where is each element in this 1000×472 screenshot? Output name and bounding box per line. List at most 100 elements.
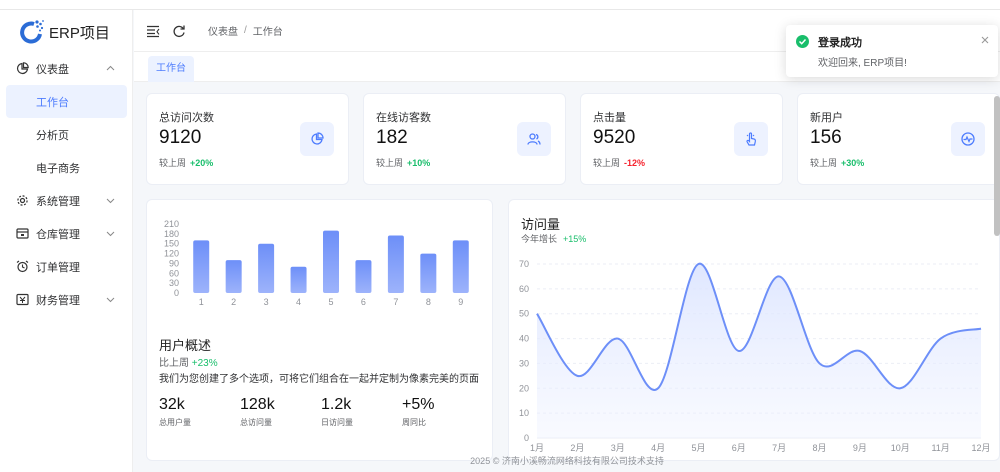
x-tick-label: 11月 [931, 443, 949, 453]
y-tick-label: 70 [519, 259, 529, 269]
sidebar-subitem-workbench[interactable]: 工作台 [6, 85, 127, 118]
sidebar-item-dashboard[interactable]: 仪表盘 [0, 52, 133, 85]
sidebar-item-label: 仪表盘 [36, 63, 69, 76]
sidebar-item-finance[interactable]: 财务管理 [0, 283, 133, 316]
x-tick-label: 6 [361, 297, 366, 307]
x-tick-label: 3月 [611, 443, 625, 453]
kpi-label: 总用户量 [159, 418, 191, 427]
stat-cmp-label: 较上周 [376, 158, 404, 168]
menu-fold-icon[interactable] [146, 24, 160, 38]
x-tick-label: 7 [393, 297, 398, 307]
sidebar: ERP项目 仪表盘 工作台 分析页 电子商务 系统管理 仓库管理 订单管理 财务… [0, 0, 133, 472]
x-tick-label: 4 [296, 297, 301, 307]
chevron-down-icon [106, 297, 115, 303]
sidebar-item-label: 工作台 [36, 96, 69, 109]
stat-icon-box [300, 122, 334, 156]
alarm-clock-icon [16, 260, 29, 273]
kpi-daily-visits: 1.2k 日访问量 [321, 396, 353, 428]
sidebar-item-orders[interactable]: 订单管理 [0, 250, 133, 283]
sidebar-menu: 仪表盘 工作台 分析页 电子商务 系统管理 仓库管理 订单管理 财务管理 [0, 52, 133, 316]
overview-title: 用户概述 [159, 338, 212, 353]
x-tick-label: 5 [328, 297, 333, 307]
chevron-down-icon [106, 198, 115, 204]
overview-cmp-label: 比上周 [159, 358, 189, 369]
y-tick-label: 50 [519, 309, 529, 319]
refresh-icon[interactable] [172, 24, 186, 38]
visits-area-chart: 70 60 50 40 30 20 10 01月 2月 3月 4月 5月 6月 7月 8月 9月 10月 11月 1… [519, 259, 991, 453]
overview-cmp-change: +23% [191, 358, 218, 369]
sidebar-subitem-ecommerce[interactable]: 电子商务 [0, 151, 133, 184]
kpi-value: 128k [240, 396, 275, 413]
y-tick-label: 30 [519, 358, 529, 368]
y-tick-label: 0 [524, 433, 529, 443]
kpi-total-visits: 128k 总访问量 [240, 396, 275, 428]
stat-title: 点击量 [593, 112, 626, 124]
kpi-value: 32k [159, 396, 185, 413]
stat-card-new-users: 新用户 156 较上周 +30% [797, 93, 1000, 185]
stat-value: 9520 [593, 127, 636, 148]
kpi-label: 日访问量 [321, 418, 353, 427]
app-logo-icon [20, 20, 44, 44]
pulse-icon [961, 132, 975, 146]
chevron-down-icon [106, 231, 115, 237]
stat-comparison: 较上周 +20% [159, 156, 213, 169]
stat-change: +20% [190, 158, 214, 168]
stat-value: 156 [810, 127, 842, 148]
x-tick-label: 9 [458, 297, 463, 307]
brand[interactable]: ERP项目 [18, 19, 110, 45]
top-window-strip [0, 0, 1000, 10]
stat-icon-box [517, 122, 551, 156]
stat-card-online-visitors: 在线访客数 182 较上周 +10% [363, 93, 566, 185]
stat-comparison: 较上周 +10% [376, 156, 430, 169]
bar [323, 230, 339, 293]
bar [420, 253, 437, 293]
y-tick-label: 10 [519, 408, 529, 418]
y-tick-label: 30 [169, 278, 179, 288]
gear-icon [17, 195, 28, 206]
sidebar-item-system[interactable]: 系统管理 [0, 184, 133, 217]
tab-workbench[interactable]: 工作台 [148, 56, 194, 82]
chevron-up-icon [106, 65, 115, 71]
breadcrumb-item: 工作台 [252, 27, 283, 38]
overview-description: 我们为您创建了多个选项，可将它们组合在一起并定制为像素完美的页面 [159, 374, 479, 385]
visits-sub-change: +15% [563, 234, 587, 244]
users-icon [527, 133, 541, 145]
bar [258, 243, 275, 293]
sidebar-subitem-analysis[interactable]: 分析页 [0, 118, 133, 151]
kpi-week-over-week: +5% 周同比 [402, 396, 434, 428]
x-tick-label: 7月 [772, 443, 786, 453]
visits-subtitle: 今年增长 +15% [521, 232, 586, 245]
y-tick-label: 60 [519, 284, 529, 294]
x-tick-label: 8 [426, 297, 431, 307]
login-success-toast: 登录成功 欢迎回来, ERP项目! [786, 25, 998, 77]
bar [225, 260, 242, 293]
page-scrollbar[interactable] [994, 96, 1000, 236]
stat-card-total-visits: 总访问次数 9120 较上周 +20% [146, 93, 349, 185]
x-tick-label: 4月 [651, 443, 665, 453]
breadcrumb-item[interactable]: 仪表盘 [208, 23, 238, 38]
sidebar-item-warehouse[interactable]: 仓库管理 [0, 217, 133, 250]
stat-comparison: 较上周 +30% [810, 156, 864, 169]
pointer-click-icon [746, 132, 756, 146]
x-tick-label: 3 [264, 297, 269, 307]
y-tick-label: 40 [519, 334, 529, 344]
y-tick-label: 0 [174, 288, 179, 298]
bar [355, 260, 372, 293]
stat-comparison: 较上周 -12% [593, 156, 645, 169]
bar [452, 240, 469, 293]
stat-icon-box [951, 122, 985, 156]
y-tick-label: 90 [169, 258, 179, 268]
x-tick-label: 1 [199, 297, 204, 307]
breadcrumb-separator: / [244, 25, 247, 36]
sidebar-item-label: 财务管理 [36, 294, 80, 307]
stat-value: 9120 [159, 127, 202, 148]
stat-value: 182 [376, 127, 408, 148]
close-icon[interactable] [980, 35, 990, 45]
x-tick-label: 9月 [853, 443, 867, 453]
kpi-total-users: 32k 总用户量 [159, 396, 191, 428]
stat-change: +10% [407, 158, 431, 168]
stat-title: 在线访客数 [376, 112, 431, 124]
app-name: ERP项目 [49, 24, 110, 42]
footer-copyright: 2025 © 济南小溪畅流网络科技有限公司技术支持 [470, 456, 664, 466]
visits-card: 访问量 今年增长 +15% 70 60 50 40 30 20 10 0 1月 2月 3月 4月 5月 6月… [508, 199, 1000, 461]
